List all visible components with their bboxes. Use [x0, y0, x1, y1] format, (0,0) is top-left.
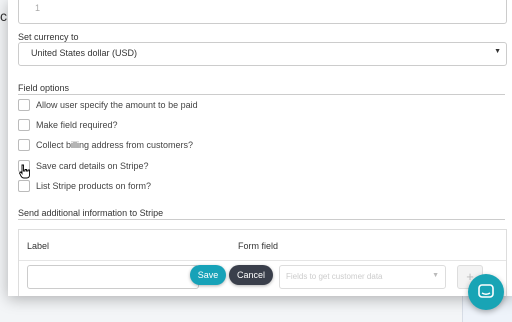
chat-icon: [478, 284, 494, 298]
stripe-mapping-table: Label Form field Fields to get customer …: [18, 229, 507, 296]
column-header-form-field: Form field: [238, 241, 279, 251]
option-label: List Stripe products on form?: [36, 181, 152, 191]
form-field-select[interactable]: Fields to get customer data ▼: [279, 265, 446, 289]
cancel-button[interactable]: Cancel: [229, 265, 273, 285]
checkbox[interactable]: [18, 119, 30, 131]
label-input[interactable]: [27, 265, 199, 289]
stripe-field-settings-modal: 1 Set currency to United States dollar (…: [8, 0, 512, 296]
chat-launcher-button[interactable]: [468, 274, 504, 310]
checkbox[interactable]: [18, 99, 30, 111]
option-label: Make field required?: [36, 120, 118, 130]
checkbox[interactable]: [18, 139, 30, 151]
currency-value: United States dollar (USD): [31, 48, 138, 58]
save-button[interactable]: Save: [190, 265, 226, 285]
option-label: Save card details on Stripe?: [36, 161, 149, 171]
divider: [18, 219, 505, 220]
field-options-title: Field options: [18, 83, 70, 93]
amount-value: 1: [35, 3, 41, 13]
currency-select[interactable]: United States dollar (USD) ▼: [18, 42, 507, 66]
divider: [19, 260, 506, 261]
option-label: Allow user specify the amount to be paid: [36, 100, 198, 110]
hand-cursor-icon: [19, 164, 30, 179]
amount-input[interactable]: 1: [18, 0, 507, 24]
divider: [18, 94, 505, 95]
column-header-label: Label: [27, 241, 50, 251]
option-label: Collect billing address from customers?: [36, 140, 194, 150]
chevron-down-icon: ▼: [432, 272, 439, 279]
send-info-title: Send additional information to Stripe: [18, 208, 164, 218]
chevron-down-icon: ▼: [494, 48, 501, 55]
form-field-placeholder: Fields to get customer data: [286, 272, 383, 281]
currency-label: Set currency to: [18, 32, 79, 42]
checkbox[interactable]: [18, 180, 30, 192]
